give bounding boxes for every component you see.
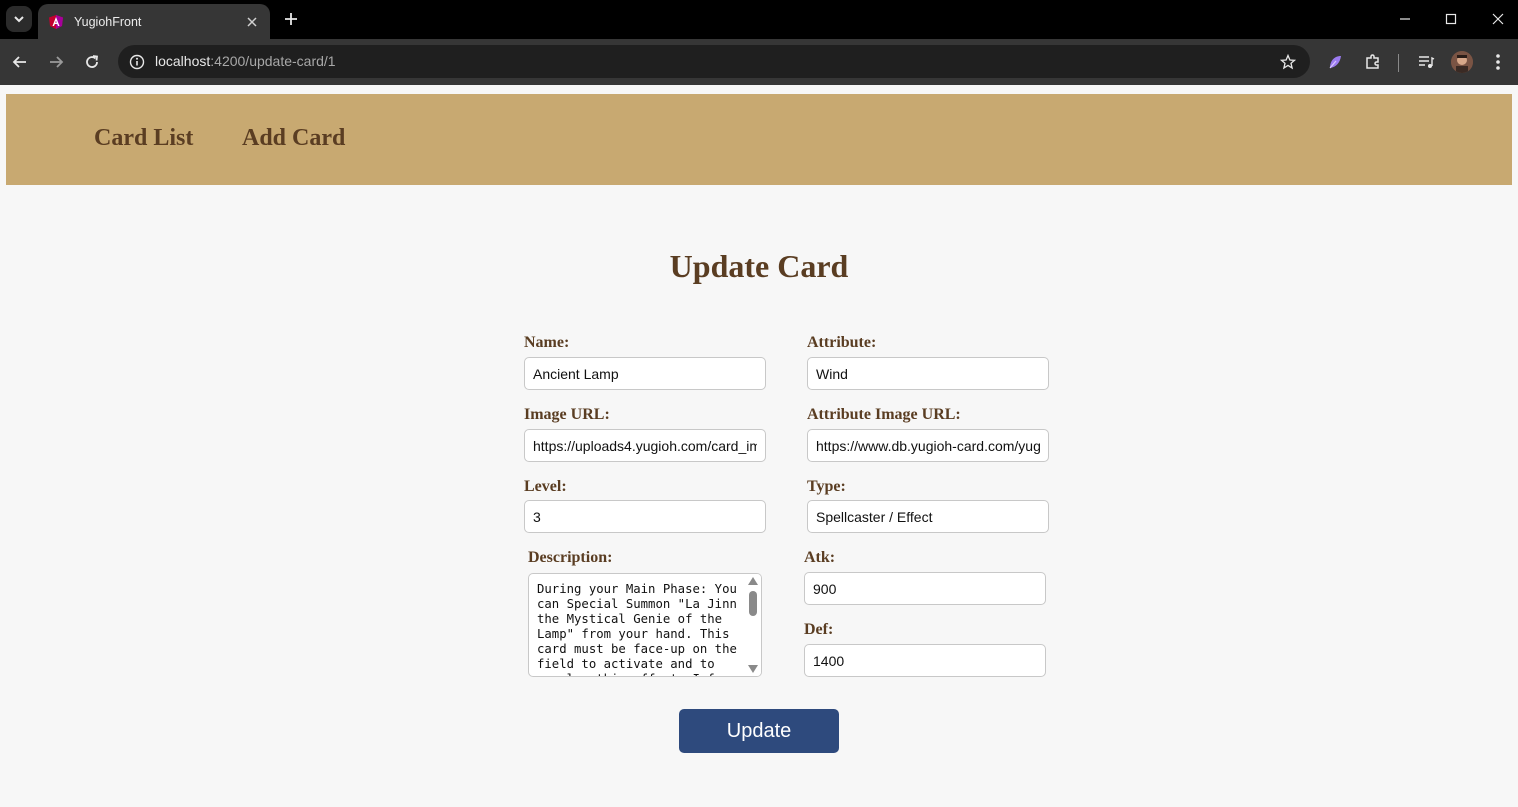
new-tab-plus-icon[interactable] [279, 7, 303, 31]
url-text[interactable]: localhost:4200/update-card/1 [155, 53, 336, 69]
attribute-image-url-input[interactable] [807, 429, 1049, 462]
address-bar[interactable]: localhost:4200/update-card/1 [118, 45, 1310, 78]
image-url-input[interactable] [524, 429, 766, 462]
toolbar-separator [1398, 54, 1399, 72]
update-button[interactable]: Update [679, 709, 839, 753]
def-input[interactable] [804, 644, 1046, 677]
type-input[interactable] [807, 500, 1049, 533]
page-title: Update Card [669, 248, 849, 284]
angular-favicon-icon [49, 14, 63, 29]
extensions-puzzle-icon[interactable] [1361, 50, 1385, 74]
browser-menu-kebab-icon[interactable] [1486, 50, 1510, 74]
nav-card-list-link[interactable]: Card List [94, 125, 193, 152]
description-textarea[interactable]: During your Main Phase: You can Special … [528, 573, 762, 677]
url-host: localhost [155, 53, 211, 69]
bookmark-star-icon[interactable] [1278, 52, 1298, 72]
extension-feather-icon[interactable] [1323, 50, 1347, 74]
description-label: Description: [528, 549, 613, 566]
forward-arrow-icon[interactable] [43, 49, 69, 75]
profile-avatar[interactable] [1451, 51, 1473, 73]
attribute-image-url-label: Attribute Image URL: [807, 406, 961, 423]
tab-list-chevron-icon[interactable] [6, 6, 32, 32]
atk-label: Atk: [804, 549, 836, 566]
minimize-icon[interactable] [1391, 6, 1419, 32]
page-content: Card List Add Card Update Card Name: Att… [0, 85, 1518, 807]
scroll-up-arrow-icon[interactable] [748, 577, 758, 585]
atk-input[interactable] [804, 572, 1046, 605]
type-label: Type: [807, 478, 846, 495]
scrollbar-thumb[interactable] [749, 591, 757, 616]
attribute-input[interactable] [807, 357, 1049, 390]
maximize-icon[interactable] [1437, 6, 1465, 32]
tab-title: YugiohFront [74, 14, 142, 29]
attribute-label: Attribute: [807, 334, 877, 351]
def-label: Def: [804, 621, 834, 638]
back-arrow-icon[interactable] [7, 49, 33, 75]
tab-close-icon[interactable] [242, 12, 262, 32]
level-input[interactable] [524, 500, 766, 533]
description-text: During your Main Phase: You can Special … [537, 582, 737, 676]
close-window-icon[interactable] [1484, 6, 1512, 32]
scroll-down-arrow-icon[interactable] [748, 665, 758, 673]
nav-add-card-link[interactable]: Add Card [242, 125, 345, 152]
reload-icon[interactable] [79, 49, 105, 75]
media-control-icon[interactable] [1414, 50, 1438, 74]
browser-tab-bar: YugiohFront [0, 0, 1518, 39]
app-navbar: Card List Add Card [6, 94, 1512, 185]
image-url-label: Image URL: [524, 406, 610, 423]
site-info-icon[interactable] [124, 49, 149, 74]
browser-tab[interactable]: YugiohFront [38, 4, 270, 39]
name-input[interactable] [524, 357, 766, 390]
name-label: Name: [524, 334, 570, 351]
level-label: Level: [524, 478, 567, 495]
browser-toolbar: localhost:4200/update-card/1 [0, 39, 1518, 85]
description-scrollbar[interactable] [745, 574, 761, 676]
url-path: :4200/update-card/1 [210, 53, 336, 69]
